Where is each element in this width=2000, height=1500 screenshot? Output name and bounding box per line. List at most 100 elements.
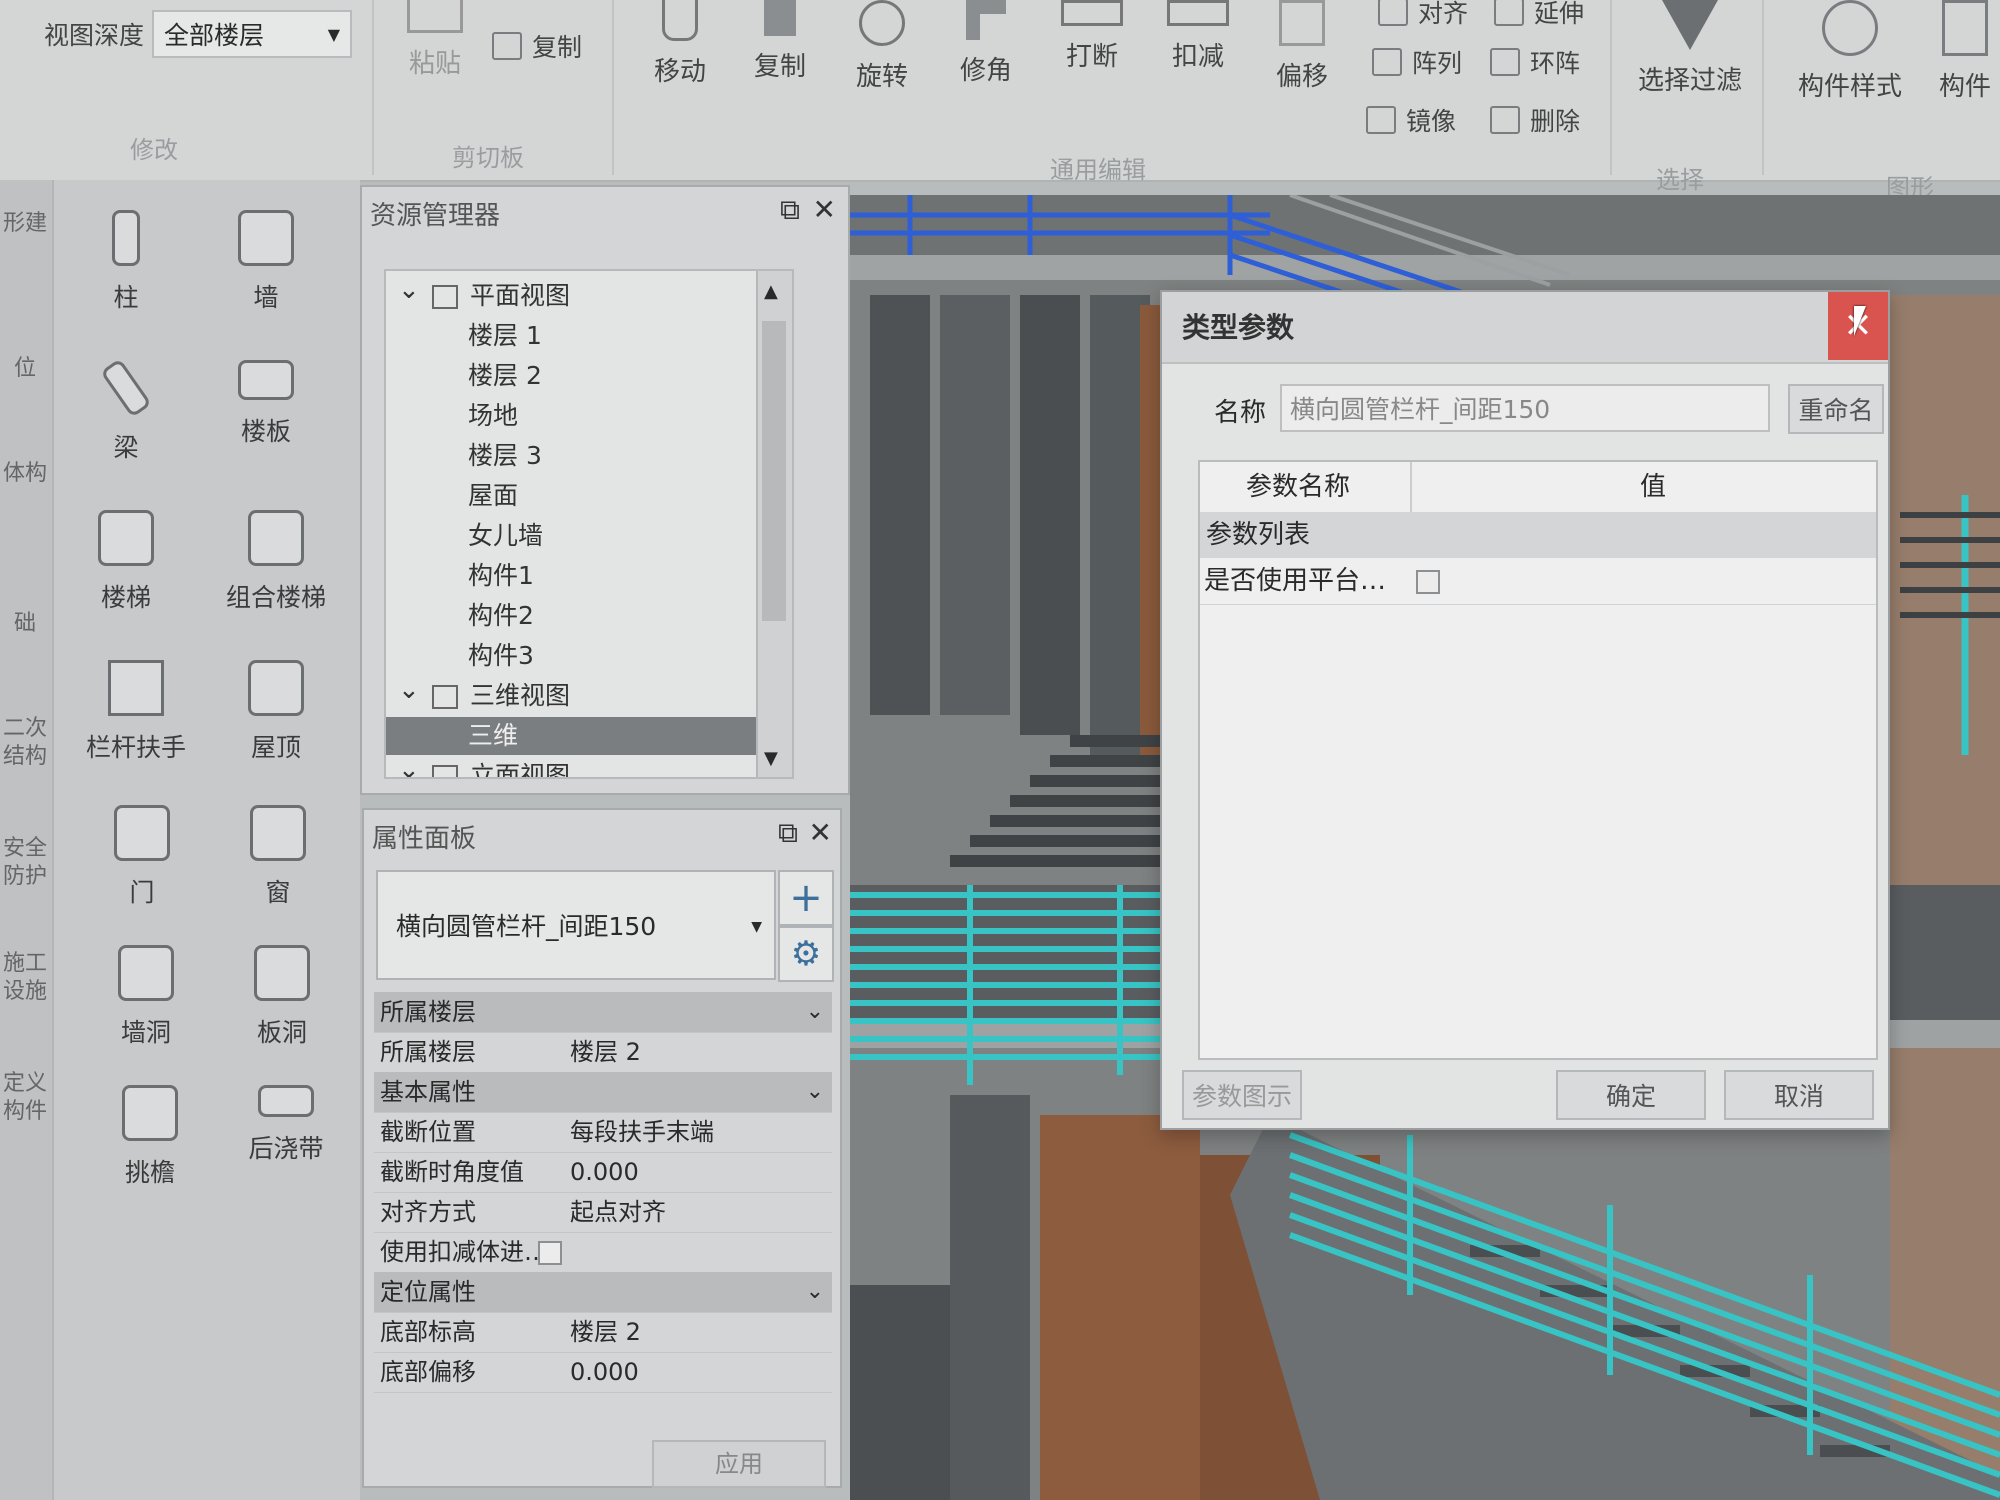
door-icon bbox=[114, 805, 170, 861]
array-button[interactable]: 阵列 bbox=[1372, 44, 1462, 80]
tool-combined-stairs[interactable]: 组合楼梯 bbox=[216, 510, 336, 614]
category-item[interactable]: 形建 bbox=[2, 210, 48, 238]
eave-icon bbox=[122, 1085, 178, 1141]
float-window-icon[interactable]: ⧉ bbox=[778, 816, 798, 850]
divider bbox=[612, 0, 614, 175]
tree-item[interactable]: 楼层 3 bbox=[386, 437, 792, 475]
property-section-header[interactable]: 定位属性 ⌄ bbox=[374, 1272, 832, 1313]
category-item[interactable]: 体构 bbox=[2, 460, 48, 488]
section-label: 基本属性 bbox=[380, 1078, 476, 1106]
tree-item[interactable]: 三维 bbox=[386, 717, 792, 755]
use-platform-checkbox[interactable] bbox=[1416, 570, 1440, 594]
cancel-button[interactable]: 取消 bbox=[1724, 1070, 1874, 1120]
copy-button[interactable]: 复制 bbox=[740, 0, 820, 83]
parameter-name: 是否使用平台… bbox=[1204, 566, 1387, 596]
move-button[interactable]: 移动 bbox=[640, 0, 720, 88]
tree-item[interactable]: 构件3 bbox=[386, 637, 792, 675]
float-window-icon[interactable]: ⧉ bbox=[780, 193, 800, 227]
property-value[interactable]: 0.000 bbox=[570, 1152, 639, 1192]
apply-button[interactable]: 应用 bbox=[652, 1440, 826, 1488]
tree-item[interactable]: 构件1 bbox=[386, 557, 792, 595]
clipboard-copy-button[interactable]: 复制 bbox=[492, 28, 582, 64]
break-icon bbox=[1061, 0, 1123, 26]
break-button[interactable]: 打断 bbox=[1052, 0, 1132, 73]
component-style-button[interactable]: 构件样式 bbox=[1790, 0, 1910, 103]
rename-button[interactable]: 重命名 bbox=[1788, 384, 1884, 434]
category-item[interactable]: 施工设施 bbox=[2, 950, 48, 1006]
category-item[interactable]: 础 bbox=[2, 610, 48, 638]
tree-item[interactable]: 构件2 bbox=[386, 597, 792, 635]
tool-stairs[interactable]: 楼梯 bbox=[66, 510, 186, 614]
chevron-down-icon[interactable]: ⌄ bbox=[806, 1272, 824, 1312]
tool-wall[interactable]: 墙 bbox=[206, 210, 326, 314]
align-button[interactable]: 对齐 bbox=[1378, 0, 1468, 30]
chevron-down-icon[interactable]: ⌄ bbox=[398, 271, 420, 309]
tree-item[interactable]: 楼层 2 bbox=[386, 357, 792, 395]
close-icon[interactable]: ✕ bbox=[813, 193, 836, 226]
property-row: 对齐方式 起点对齐 bbox=[374, 1192, 832, 1233]
property-checkbox[interactable] bbox=[538, 1241, 562, 1265]
category-item[interactable]: 二次结构 bbox=[2, 715, 48, 771]
param-diagram-button[interactable]: 参数图示 bbox=[1182, 1070, 1302, 1120]
tool-eave[interactable]: 挑檐 bbox=[90, 1085, 210, 1189]
subtract-button[interactable]: 扣减 bbox=[1158, 0, 1238, 73]
tree-item[interactable]: 女儿墙 bbox=[386, 517, 792, 555]
property-value[interactable]: 楼层 2 bbox=[570, 1032, 641, 1072]
category-item[interactable]: 位 bbox=[2, 355, 48, 383]
tool-roof[interactable]: 屋顶 bbox=[216, 660, 336, 764]
scroll-thumb[interactable] bbox=[762, 321, 786, 621]
ok-button[interactable]: 确定 bbox=[1556, 1070, 1706, 1120]
tree-item[interactable]: 屋面 bbox=[386, 477, 792, 515]
tree-folder[interactable]: ⌄ 平面视图 bbox=[386, 275, 792, 315]
trim-button[interactable]: 修角 bbox=[946, 0, 1026, 87]
align-icon bbox=[1378, 0, 1408, 26]
property-row: 底部偏移 0.000 bbox=[374, 1352, 832, 1393]
paste-button[interactable]: 粘贴 bbox=[400, 0, 470, 80]
property-section-header[interactable]: 所属楼层 ⌄ bbox=[374, 992, 832, 1033]
tool-window[interactable]: 窗 bbox=[218, 805, 338, 909]
property-section-header[interactable]: 基本属性 ⌄ bbox=[374, 1072, 832, 1113]
mirror-button[interactable]: 镜像 bbox=[1366, 102, 1456, 138]
type-settings-button[interactable]: ⚙ bbox=[778, 926, 834, 982]
tree-item[interactable]: 场地 bbox=[386, 397, 792, 435]
scroll-up-icon[interactable]: ▲ bbox=[764, 281, 778, 302]
chevron-down-icon[interactable]: ⌄ bbox=[398, 671, 420, 709]
offset-button[interactable]: 偏移 bbox=[1262, 0, 1342, 93]
tool-railing[interactable]: 栏杆扶手 bbox=[76, 660, 196, 764]
property-value[interactable]: 起点对齐 bbox=[570, 1192, 666, 1232]
delete-button[interactable]: 删除 bbox=[1490, 102, 1580, 138]
tool-column[interactable]: 柱 bbox=[66, 210, 186, 314]
property-value[interactable]: 0.000 bbox=[570, 1352, 639, 1392]
extend-button[interactable]: 延伸 bbox=[1494, 0, 1584, 30]
tool-wall-opening[interactable]: 墙洞 bbox=[86, 945, 206, 1049]
type-selector[interactable]: 横向圆管栏杆_间距150 ▼ bbox=[376, 870, 776, 980]
chevron-down-icon[interactable]: ⌄ bbox=[806, 1072, 824, 1112]
component-button[interactable]: 构件 bbox=[1930, 0, 2000, 103]
tool-beam[interactable]: 梁 bbox=[66, 358, 186, 464]
tool-slab-opening[interactable]: 板洞 bbox=[222, 945, 342, 1049]
property-value[interactable]: 楼层 2 bbox=[570, 1312, 641, 1352]
tree-item[interactable]: 楼层 1 bbox=[386, 317, 792, 355]
close-icon[interactable]: ✕ bbox=[809, 816, 832, 849]
tool-slab[interactable]: 楼板 bbox=[206, 360, 326, 448]
view-tree: ⌄ 立面视图 三维 ⌄ 三维视图 构件3 构件2 构件1 女儿墙 屋面 楼层 3 场地 楼层 2 楼层 1… bbox=[384, 269, 794, 779]
tree-folder[interactable]: ⌄ 三维视图 bbox=[386, 675, 792, 715]
add-type-button[interactable]: + bbox=[778, 870, 834, 926]
chevron-down-icon: ▼ bbox=[751, 919, 762, 935]
view-depth-value: 全部楼层 bbox=[164, 21, 265, 50]
select-filter-button[interactable]: 选择过滤 bbox=[1630, 0, 1750, 97]
tree-scrollbar[interactable]: ▲ ▼ bbox=[756, 271, 792, 777]
scroll-down-icon[interactable]: ▼ bbox=[764, 748, 778, 769]
tool-door[interactable]: 门 bbox=[82, 805, 202, 909]
category-item[interactable]: 安全防护 bbox=[2, 835, 48, 891]
property-value[interactable]: 每段扶手末端 bbox=[570, 1112, 714, 1152]
chevron-down-icon[interactable]: ⌄ bbox=[398, 751, 420, 777]
type-name-field[interactable]: 横向圆管栏杆_间距150 bbox=[1280, 384, 1770, 432]
tool-post-cast-strip[interactable]: 后浇带 bbox=[226, 1085, 346, 1165]
tree-folder[interactable]: ⌄ 立面视图 bbox=[386, 755, 792, 777]
category-item[interactable]: 定义构件 bbox=[2, 1070, 48, 1126]
view-depth-select[interactable]: 全部楼层 ▼ bbox=[152, 10, 353, 58]
ring-array-button[interactable]: 环阵 bbox=[1490, 44, 1580, 80]
chevron-down-icon[interactable]: ⌄ bbox=[806, 992, 824, 1032]
rotate-button[interactable]: 旋转 bbox=[842, 0, 922, 93]
